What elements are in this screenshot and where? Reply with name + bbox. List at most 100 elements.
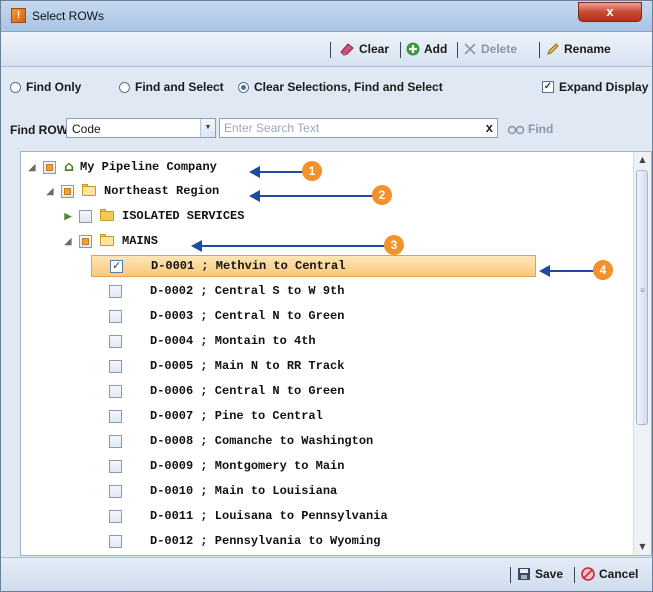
add-button[interactable]: Add	[406, 42, 447, 56]
tree-item-row[interactable]: D-0007 ; Pine to Central	[91, 405, 323, 427]
tree-node-label: My Pipeline Company	[80, 160, 217, 174]
add-label: Add	[424, 42, 448, 56]
clear-search-icon[interactable]: x	[486, 120, 493, 135]
checkbox-checked[interactable]: ✓	[542, 81, 554, 93]
radio-find-only[interactable]: Find Only	[10, 80, 81, 94]
search-input-container: x	[219, 118, 498, 138]
find-label: Find	[528, 122, 554, 136]
tree-item-row[interactable]: D-0008 ; Comanche to Washington	[91, 430, 373, 452]
radio-button[interactable]	[10, 81, 21, 93]
arrow-head-icon	[249, 190, 260, 202]
expand-display-toggle[interactable]: ✓ Expand Display	[542, 80, 648, 94]
callout-badge-4: 4	[593, 260, 613, 280]
eraser-icon	[340, 43, 354, 56]
tree-item-label: D-0011 ; Louisana to Pennsylvania	[150, 509, 388, 523]
radio-find-and-select[interactable]: Find and Select	[119, 80, 224, 94]
callout-badge-3: 3	[384, 235, 404, 255]
tree-checkbox[interactable]	[109, 434, 122, 448]
field-select[interactable]: Code ▼	[66, 118, 216, 138]
window-title: Select ROWs	[32, 9, 105, 23]
scroll-up-icon[interactable]: ▲	[634, 152, 651, 168]
save-button[interactable]: Save	[517, 567, 563, 581]
toolbar-separator	[539, 42, 540, 58]
tree-item-row[interactable]: D-0005 ; Main N to RR Track	[91, 355, 344, 377]
rename-button[interactable]: Rename	[546, 42, 611, 56]
tree-checkbox[interactable]	[109, 309, 122, 323]
collapse-icon[interactable]: ◢	[63, 236, 73, 247]
arrow-head-icon	[249, 166, 260, 178]
arrow-head-icon	[191, 240, 202, 252]
tree-item-label: D-0006 ; Central N to Green	[150, 384, 345, 398]
tree-checkbox[interactable]	[109, 384, 122, 398]
open-folder-icon	[82, 184, 98, 197]
tree-item-row[interactable]: D-0009 ; Montgomery to Main	[91, 455, 344, 477]
expand-display-label: Expand Display	[559, 80, 649, 94]
tree-node-isolated-services[interactable]: ▶ ISOLATED SERVICES	[63, 205, 244, 227]
tree-item-row[interactable]: D-0010 ; Main to Louisiana	[91, 480, 337, 502]
add-icon	[406, 42, 420, 56]
callout-arrow-2	[249, 190, 386, 202]
title-bar: ! Select ROWs x	[1, 1, 652, 32]
arrow-head-icon	[539, 265, 550, 277]
tree-checkbox[interactable]	[109, 484, 122, 498]
tree-item-label: D-0007 ; Pine to Central	[150, 409, 323, 423]
tree-node-region[interactable]: ◢ Northeast Region	[45, 180, 219, 202]
scroll-down-icon[interactable]: ▼	[634, 539, 651, 555]
collapse-icon[interactable]: ◢	[27, 162, 37, 173]
rename-label: Rename	[564, 42, 611, 56]
toolbar-separator	[400, 42, 401, 58]
tree-checkbox-partial[interactable]	[61, 184, 74, 198]
scrollbar-thumb[interactable]: ≡	[636, 170, 648, 425]
radio-button-selected[interactable]	[238, 81, 249, 93]
open-folder-icon	[100, 234, 116, 247]
tree-node-label: ISOLATED SERVICES	[122, 209, 245, 223]
radio-clear-find-select[interactable]: Clear Selections, Find and Select	[238, 80, 443, 94]
tree-checkbox[interactable]	[79, 209, 92, 223]
tree-item-row[interactable]: D-0011 ; Louisana to Pennsylvania	[91, 505, 388, 527]
expand-icon[interactable]: ▶	[63, 211, 73, 222]
radio-label: Clear Selections, Find and Select	[254, 80, 443, 94]
clear-button[interactable]: Clear	[339, 42, 389, 56]
tree-item-row[interactable]: D-0001 ; Methvin to Central	[91, 255, 536, 277]
tree-item-label: D-0009 ; Montgomery to Main	[150, 459, 345, 473]
search-input[interactable]	[224, 121, 474, 135]
dropdown-arrow-icon[interactable]: ▼	[200, 119, 215, 137]
tree-checkbox-checked[interactable]	[110, 259, 123, 273]
radio-label: Find and Select	[135, 80, 224, 94]
tree-item-row[interactable]: D-0012 ; Pennsylvania to Wyoming	[91, 530, 380, 552]
toolbar-separator	[457, 42, 458, 58]
find-button[interactable]: Find	[508, 122, 553, 136]
tree-node-root[interactable]: ◢ ⌂ My Pipeline Company	[27, 156, 217, 178]
toolbar: Clear Add Delete Rename	[1, 32, 652, 67]
tree-item-row[interactable]: D-0002 ; Central S to W 9th	[91, 280, 344, 302]
tree-item-row[interactable]: D-0003 ; Central N to Green	[91, 305, 344, 327]
select-rows-dialog: ! Select ROWs x Clear Add Delete Rename …	[0, 0, 653, 592]
tree-checkbox[interactable]	[109, 359, 122, 373]
field-select-value: Code	[72, 122, 101, 136]
tree-checkbox[interactable]	[109, 284, 122, 298]
tree-item-label: D-0008 ; Comanche to Washington	[150, 434, 374, 448]
delete-button[interactable]: Delete	[463, 42, 517, 56]
tree-checkbox[interactable]	[109, 459, 122, 473]
cancel-button[interactable]: Cancel	[581, 567, 638, 581]
tree-node-mains[interactable]: ◢ MAINS	[63, 230, 158, 252]
collapse-icon[interactable]: ◢	[45, 186, 55, 197]
tree-checkbox-partial[interactable]	[79, 234, 92, 248]
tree-item-label: D-0010 ; Main to Louisiana	[150, 484, 338, 498]
tree-checkbox[interactable]	[109, 534, 122, 548]
tree-item-label: D-0004 ; Montain to 4th	[150, 334, 316, 348]
tree-checkbox-partial[interactable]	[43, 160, 56, 174]
tree-checkbox[interactable]	[109, 509, 122, 523]
find-mode-options: Find Only Find and Select Clear Selectio…	[1, 77, 652, 97]
tree-item-row[interactable]: D-0006 ; Central N to Green	[91, 380, 344, 402]
folder-icon	[100, 209, 116, 222]
tree-checkbox[interactable]	[109, 409, 122, 423]
tree-item-row[interactable]: D-0004 ; Montain to 4th	[91, 330, 316, 352]
toolbar-separator	[330, 42, 331, 58]
vertical-scrollbar[interactable]: ▲ ≡ ▼	[633, 152, 651, 555]
close-button[interactable]: x	[578, 2, 642, 22]
tree-node-label: Northeast Region	[104, 184, 220, 198]
radio-button[interactable]	[119, 81, 130, 93]
save-icon	[518, 568, 530, 580]
tree-checkbox[interactable]	[109, 334, 122, 348]
